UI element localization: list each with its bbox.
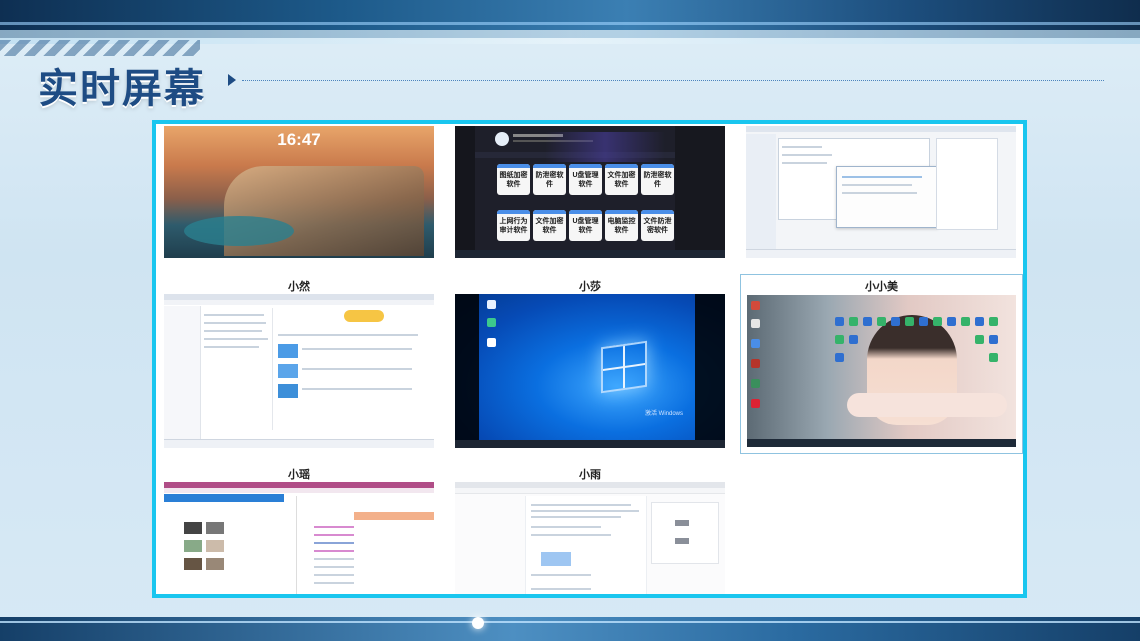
- browser-doc-thumbnail[interactable]: [164, 294, 434, 448]
- screen-tile-2[interactable]: 图纸加密软件 防泄密软件 U盘管理软件 文件加密软件 防泄密软件 上网行为审计软…: [455, 126, 725, 258]
- lockscreen-thumbnail[interactable]: 16:47: [164, 126, 434, 258]
- product-tile: 文件加密软件: [533, 210, 566, 241]
- screen-tile-4[interactable]: 小然: [164, 280, 434, 448]
- screen-tile-7[interactable]: 小瑶: [164, 468, 434, 594]
- product-tile: 文件防泄密软件: [641, 210, 674, 241]
- product-tile: 电脑监控软件: [605, 210, 638, 241]
- screen-user-name: 小然: [288, 281, 310, 293]
- web-form-thumbnail[interactable]: [455, 482, 725, 594]
- product-tile: 图纸加密软件: [497, 164, 530, 195]
- screen-user-name: 小小美: [865, 281, 898, 293]
- decorative-stripe: [0, 40, 200, 56]
- wechat-channel-thumbnail[interactable]: 图纸加密软件 防泄密软件 U盘管理软件 文件加密软件 防泄密软件 上网行为审计软…: [455, 126, 725, 258]
- screen-tile-3[interactable]: [746, 126, 1016, 258]
- windows-logo-icon: [601, 340, 647, 394]
- file-manager-thumbnail[interactable]: [746, 126, 1016, 258]
- title-arrow-icon: [228, 74, 236, 86]
- screen-tile-6[interactable]: 小小美: [740, 274, 1023, 454]
- footer-band: [0, 617, 1140, 641]
- product-tile: U盘管理软件: [569, 210, 602, 241]
- product-tile: U盘管理软件: [569, 164, 602, 195]
- screen-grid: 16:47 图纸加密软件 防泄密软件 U盘管理软件 文件加密软件 防泄密软件 上…: [152, 120, 1027, 598]
- screen-user-name: 小雨: [579, 469, 601, 481]
- product-tile: 防泄密软件: [641, 164, 674, 195]
- wallpaper-desktop-thumbnail[interactable]: [747, 295, 1016, 447]
- title-divider: [242, 80, 1104, 81]
- product-tile: 上网行为审计软件: [497, 210, 530, 241]
- screen-user-name: 小瑶: [288, 469, 310, 481]
- activation-watermark: 激活 Windows: [645, 411, 684, 417]
- product-tile: 防泄密软件: [533, 164, 566, 195]
- product-tile: 文件加密软件: [605, 164, 638, 195]
- screen-tile-8[interactable]: 小雨: [455, 468, 725, 594]
- screen-tile-5[interactable]: 小莎 激活 Windows: [455, 280, 725, 448]
- page-title: 实时屏幕: [38, 67, 206, 111]
- screen-user-name: 小莎: [579, 281, 601, 293]
- lockscreen-clock: 16:47: [277, 130, 321, 149]
- spreadsheet-thumbnail[interactable]: [164, 482, 434, 594]
- windows-desktop-thumbnail[interactable]: 激活 Windows: [455, 294, 725, 448]
- screen-tile-1[interactable]: 16:47: [164, 126, 434, 258]
